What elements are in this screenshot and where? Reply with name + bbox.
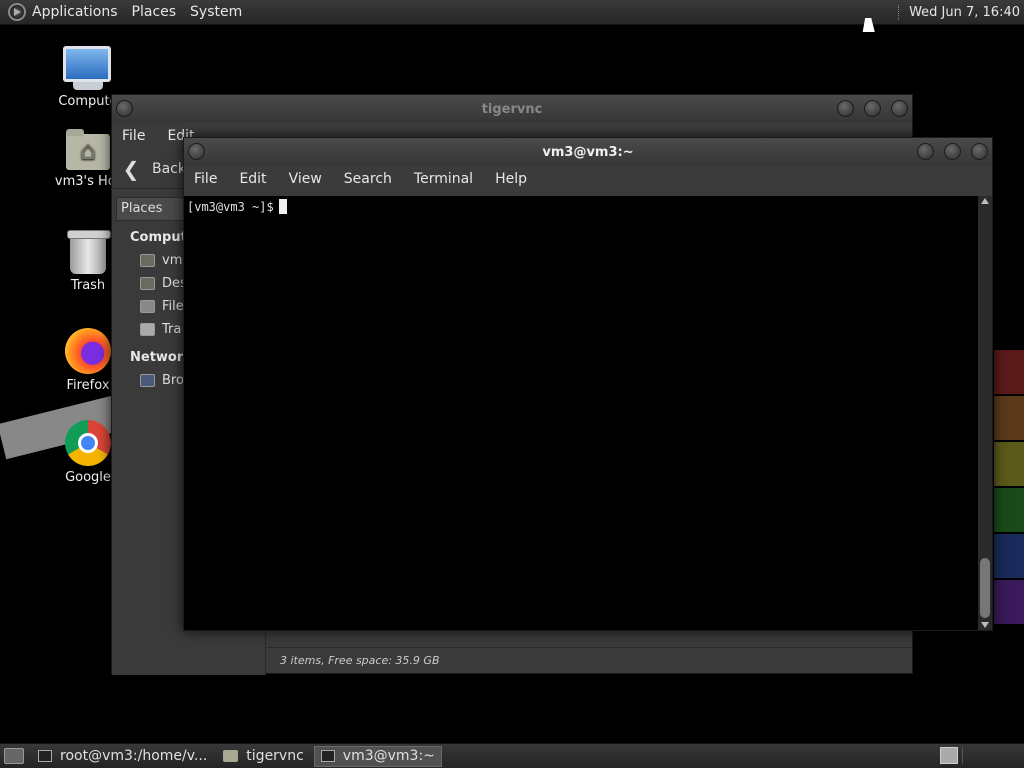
menu-view[interactable]: View xyxy=(289,171,322,187)
home-folder-icon xyxy=(140,254,155,267)
menu-help[interactable]: Help xyxy=(495,171,527,187)
taskbar-item-vm3-terminal[interactable]: vm3@vm3:~ xyxy=(313,745,442,767)
menu-terminal[interactable]: Terminal xyxy=(414,171,473,187)
back-button[interactable]: Back xyxy=(152,161,186,177)
mouse-pointer-icon xyxy=(862,18,878,32)
terminal-window: vm3@vm3:~ File Edit View Search Terminal… xyxy=(183,137,993,631)
scroll-up-icon[interactable] xyxy=(981,198,989,204)
firefox-icon xyxy=(65,328,111,374)
terminal-icon xyxy=(320,750,335,762)
computer-icon xyxy=(63,46,111,82)
window-menu-icon[interactable] xyxy=(188,143,205,160)
terminal-scrollbar[interactable] xyxy=(978,196,992,630)
network-icon xyxy=(140,374,155,387)
minimize-icon[interactable] xyxy=(837,100,854,117)
folder-icon xyxy=(223,750,239,762)
terminal-icon xyxy=(38,750,52,762)
back-arrow-icon[interactable]: ❮ xyxy=(120,158,142,180)
chrome-icon xyxy=(65,420,111,466)
desktop-folder-icon xyxy=(140,277,155,290)
minimize-icon[interactable] xyxy=(917,143,934,160)
close-icon[interactable] xyxy=(891,100,908,117)
desktop: Applications Places System Wed Jun 7, 16… xyxy=(0,0,1024,768)
panel-separator xyxy=(898,5,900,20)
workspace-switcher-icon[interactable] xyxy=(940,747,958,764)
wallpaper-rainbow xyxy=(994,350,1024,640)
menu-file[interactable]: File xyxy=(194,171,217,187)
trash-icon xyxy=(140,323,155,336)
menu-applications[interactable]: Applications xyxy=(32,4,118,20)
window-menu-icon[interactable] xyxy=(116,100,133,117)
workspace-switcher[interactable] xyxy=(962,747,1012,764)
text-cursor xyxy=(278,199,287,214)
show-desktop-icon[interactable] xyxy=(4,748,24,764)
terminal-menubar: File Edit View Search Terminal Help xyxy=(184,166,992,192)
file-manager-titlebar[interactable]: tigervnc xyxy=(112,95,912,123)
home-folder-icon xyxy=(66,129,110,170)
applications-logo-icon[interactable] xyxy=(8,3,26,21)
menu-places[interactable]: Places xyxy=(132,4,177,20)
filesystem-icon xyxy=(140,300,155,313)
window-title: tigervnc xyxy=(481,101,543,117)
menu-edit[interactable]: Edit xyxy=(239,171,266,187)
maximize-icon[interactable] xyxy=(864,100,881,117)
taskbar-item-root-terminal[interactable]: root@vm3:/home/v... xyxy=(32,746,213,767)
menu-system[interactable]: System xyxy=(190,4,242,20)
clock[interactable]: Wed Jun 7, 16:40 xyxy=(909,5,1020,20)
taskbar: root@vm3:/home/v... tigervnc vm3@vm3:~ xyxy=(0,743,1024,768)
scroll-down-icon[interactable] xyxy=(981,622,989,628)
taskbar-item-tigervnc[interactable]: tigervnc xyxy=(217,746,310,767)
shell-prompt: [vm3@vm3 ~]$ xyxy=(187,200,274,214)
terminal-output[interactable]: [vm3@vm3 ~]$ xyxy=(184,196,978,630)
close-icon[interactable] xyxy=(971,143,988,160)
maximize-icon[interactable] xyxy=(944,143,961,160)
trash-icon xyxy=(67,230,111,274)
scrollbar-thumb[interactable] xyxy=(980,558,990,618)
status-bar: 3 items, Free space: 35.9 GB xyxy=(266,647,912,673)
menu-file[interactable]: File xyxy=(122,128,145,144)
menu-search[interactable]: Search xyxy=(344,171,392,187)
terminal-titlebar[interactable]: vm3@vm3:~ xyxy=(184,138,992,166)
window-title: vm3@vm3:~ xyxy=(542,144,634,160)
